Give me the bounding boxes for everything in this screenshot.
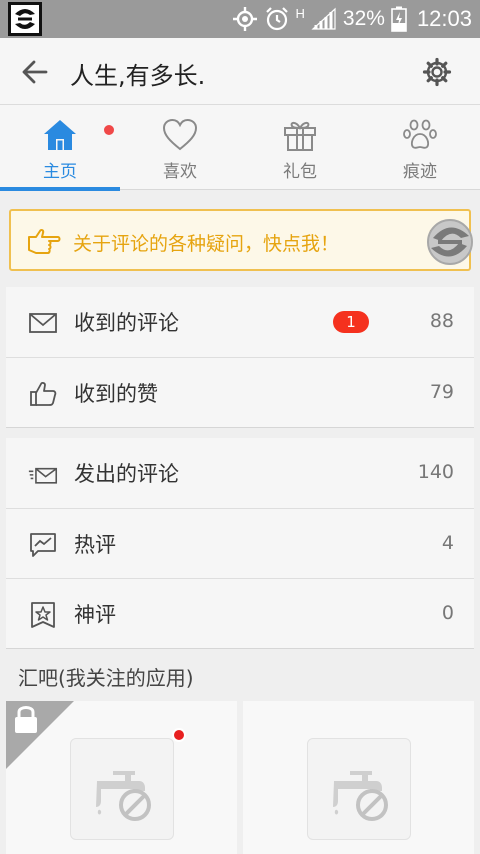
list-item-hot-comments[interactable]: 热评 4 [6,508,474,578]
followed-app-card[interactable] [6,701,237,854]
section-title: 汇吧(我关注的应用) [18,666,194,690]
row-label: 神评 [74,603,116,627]
signal-icon [311,7,336,30]
followed-app-card[interactable] [243,701,474,854]
tab-home[interactable]: 主页 [0,105,120,191]
row-label: 热评 [74,533,116,557]
tab-label: 主页 [43,162,77,182]
row-count: 0 [441,602,454,624]
row-label: 收到的评论 [74,311,179,335]
app-bar: 人生,有多长. [0,38,480,105]
gift-icon [284,121,316,151]
back-arrow-icon[interactable] [20,58,48,86]
home-notification-dot [104,125,114,135]
tab-label: 礼包 [283,162,317,182]
faucet-placeholder-icon [96,771,151,821]
location-icon [232,7,257,31]
app-notification-icon [8,2,42,36]
tab-bar: 主页 喜欢 礼包 痕迹 [0,105,480,191]
pointing-hand-icon [28,228,61,254]
lock-icon [6,701,74,769]
received-card: 收到的评论 1 88 收到的赞 79 [6,287,474,428]
sent-mail-icon [28,467,58,484]
mail-icon [29,313,57,333]
tab-gifts[interactable]: 礼包 [240,105,360,190]
row-label: 发出的评论 [74,462,179,486]
tab-label: 痕迹 [403,162,437,182]
page-title: 人生,有多长. [70,62,206,90]
faucet-placeholder-icon [333,771,388,821]
status-bar: H 32% 12:03 [0,0,480,38]
activity-card: 发出的评论 140 热评 4 神评 0 [6,438,474,649]
paw-icon [403,119,437,149]
app-placeholder-tile [70,738,174,840]
gear-icon[interactable] [422,57,452,87]
notice-text: 关于评论的各种疑问，快点我！ [73,233,340,255]
row-label: 收到的赞 [74,382,158,406]
trend-chat-icon [30,533,56,557]
tab-label: 喜欢 [163,162,197,182]
star-badge-icon [31,602,55,628]
row-count: 79 [429,381,454,403]
row-count: 4 [441,532,454,554]
list-item-received-likes[interactable]: 收到的赞 79 [6,357,474,427]
list-item-god-comments[interactable]: 神评 0 [6,578,474,648]
floating-assistant-icon[interactable] [425,212,475,272]
tab-likes[interactable]: 喜欢 [120,105,240,190]
clock: 12:03 [416,6,472,31]
battery-charging-icon [391,6,407,32]
faq-notice-banner[interactable]: 关于评论的各种疑问，快点我！ [9,209,471,271]
new-update-dot [172,728,186,742]
list-item-received-comments[interactable]: 收到的评论 1 88 [6,287,474,357]
tab-traces[interactable]: 痕迹 [360,105,480,190]
battery-percent: 32% [342,7,385,30]
app-root: H 32% 12:03 人生,有多长. 主页 喜欢 礼包 痕迹 关于评论的各种疑… [0,0,480,854]
network-type-label: H [295,5,305,21]
heart-icon [162,118,198,151]
alarm-icon [265,7,288,31]
list-item-sent-comments[interactable]: 发出的评论 140 [6,438,474,508]
thumbs-up-icon [30,382,57,406]
row-count: 88 [429,310,454,332]
row-count: 140 [417,461,454,483]
app-placeholder-tile [307,738,411,840]
unread-badge: 1 [333,311,369,333]
active-tab-indicator [0,187,120,191]
home-icon [44,120,76,150]
